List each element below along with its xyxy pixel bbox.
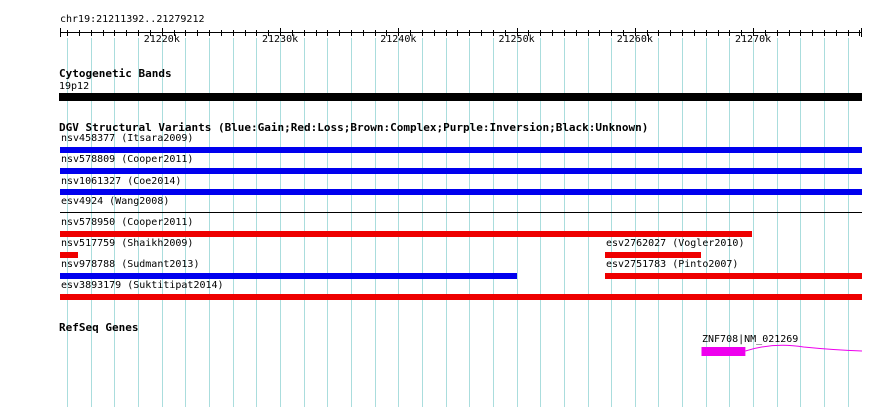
genome-browser-view: chr19:21211392..21279212 21220k 21230k 212…	[0, 0, 890, 407]
gene-intron-line	[745, 344, 863, 352]
gene-exon-block[interactable]	[701, 347, 746, 356]
refseq-gene-track[interactable]	[0, 0, 890, 407]
